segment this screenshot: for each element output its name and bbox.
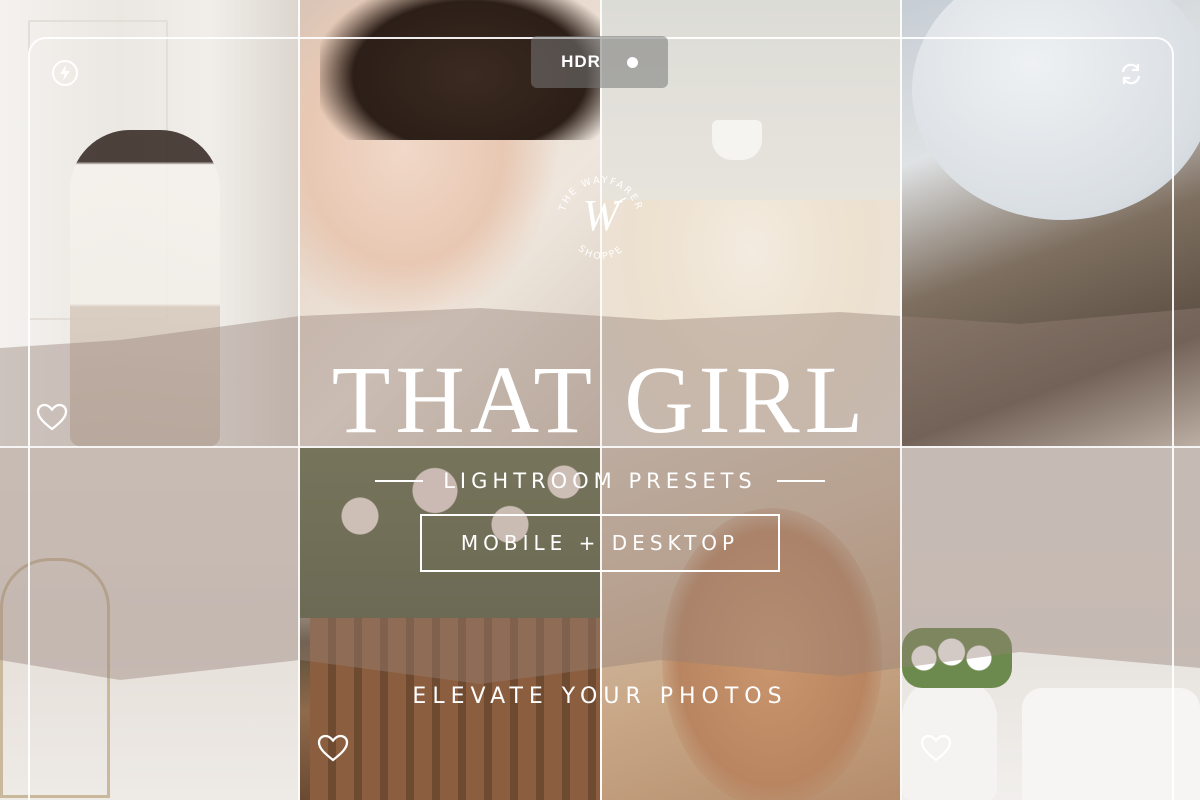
promo-tagline: ELEVATE YOUR PHOTOS [412, 684, 788, 709]
promo-title: THAT GIRL [331, 346, 869, 453]
subtitle-rule-right [776, 480, 825, 482]
hdr-toggle[interactable]: HDR [531, 36, 668, 88]
heart-icon[interactable] [919, 733, 953, 763]
camera-switch-icon[interactable] [1117, 60, 1145, 88]
heart-icon[interactable] [316, 733, 350, 763]
platform-badge: MOBILE + DESKTOP [420, 514, 780, 572]
brand-monogram: W [582, 190, 620, 240]
subtitle-rule-left [375, 480, 424, 482]
promo-subtitle: LIGHTROOM PRESETS [443, 469, 757, 493]
hdr-indicator-dot [626, 56, 638, 68]
flash-auto-icon[interactable] [50, 58, 80, 88]
subtitle-row: LIGHTROOM PRESETS [0, 466, 1200, 496]
hdr-label: HDR [561, 52, 601, 71]
brand-seal-logo: THE WAYFARER SHOPPE W [546, 160, 656, 270]
